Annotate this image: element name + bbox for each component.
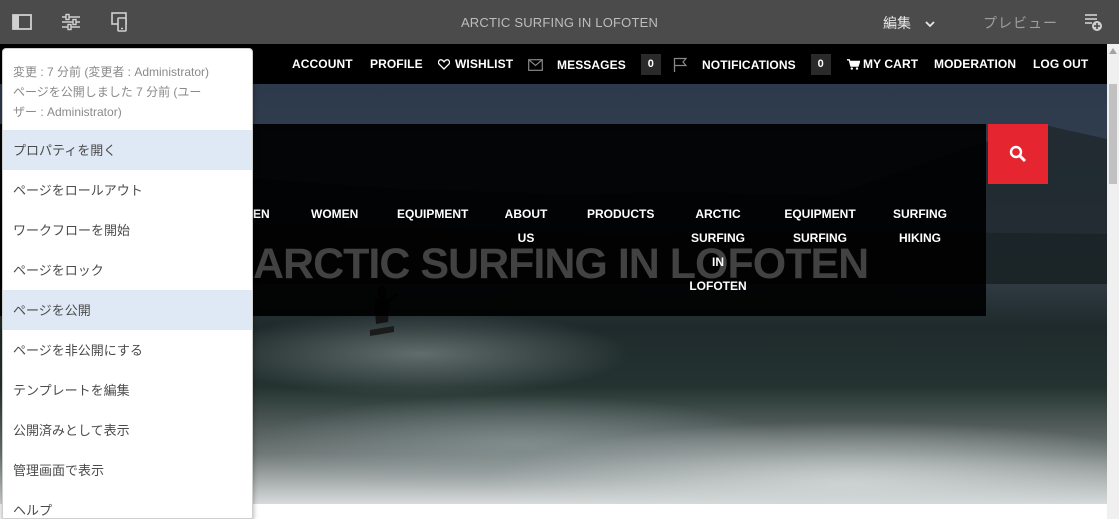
category-men-label: EN [253, 207, 270, 221]
category-arctic-line-3: IN [712, 255, 724, 269]
menu-start-workflow[interactable]: ワークフローを開始 [3, 210, 252, 250]
category-products-label: PRODUCTS [587, 207, 655, 221]
nav-log-out[interactable]: LOG OUT [1033, 57, 1088, 71]
category-equipment-label: EQUIPMENT [397, 207, 469, 221]
category-products[interactable]: PRODUCTS [587, 202, 654, 226]
cart-icon [847, 58, 860, 70]
category-arctic-line-4: LOFOTEN [689, 279, 747, 293]
mode-selector[interactable]: 編集 [883, 13, 935, 33]
menu-unpublish-page[interactable]: ページを非公開にする [3, 330, 252, 370]
scrollbar-thumb[interactable] [1109, 84, 1117, 184]
search-button[interactable] [988, 124, 1048, 184]
nav-account-label: ACCOUNT [292, 57, 353, 71]
notifications-count-badge: 0 [810, 54, 831, 75]
nav-wishlist[interactable]: WISHLIST [438, 57, 513, 71]
menu-lock-page[interactable]: ページをロック [3, 250, 252, 290]
category-equipment-surfing[interactable]: EQUIPMENT SURFING [782, 202, 858, 250]
category-women[interactable]: WOMEN [311, 202, 358, 226]
nav-moderation[interactable]: MODERATION [934, 57, 1016, 71]
category-eqs-line-1: EQUIPMENT [784, 207, 856, 221]
nav-moderation-label: MODERATION [934, 57, 1017, 71]
nav-wishlist-label: WISHLIST [455, 57, 514, 71]
category-equipment[interactable]: EQUIPMENT [397, 202, 468, 226]
mode-label: 編集 [883, 15, 911, 31]
nav-log-out-label: LOG OUT [1033, 57, 1089, 71]
category-about-us[interactable]: ABOUT US [500, 202, 552, 250]
nav-my-cart-label: MY CART [863, 57, 919, 71]
menu-edit-template[interactable]: テンプレートを編集 [3, 370, 252, 410]
envelope-icon [528, 58, 543, 71]
category-arctic-line-2: SURFING [691, 231, 745, 245]
menu-view-as-published[interactable]: 公開済みとして表示 [3, 410, 252, 450]
page-title: ARCTIC SURFING IN LOFOTEN [460, 15, 659, 30]
menu-help[interactable]: ヘルプ [3, 490, 252, 518]
published-status-line-2: ザー : Administrator) [13, 105, 122, 119]
page-information-menu: 変更 : 7 分前 (変更者 : Administrator) ページを公開しま… [2, 48, 253, 519]
page-scrollbar[interactable] [1107, 44, 1119, 519]
editor-toolbar: ARCTIC SURFING IN LOFOTEN 編集 プレビュー [0, 0, 1119, 44]
messages-count-badge: 0 [640, 54, 661, 75]
nav-messages[interactable]: MESSAGES 0 [528, 54, 661, 75]
heart-icon [438, 58, 450, 70]
category-men[interactable]: EN [253, 202, 270, 226]
category-sh-line-2: HIKING [899, 231, 941, 245]
nav-account[interactable]: ACCOUNT [292, 57, 353, 71]
nav-my-cart[interactable]: MY CART [847, 57, 918, 71]
category-arctic-line-1: ARCTIC [695, 207, 741, 221]
menu-publish-page[interactable]: ページを公開 [3, 290, 252, 330]
category-about-line-2: US [517, 231, 535, 245]
modified-status: 変更 : 7 分前 (変更者 : Administrator) [13, 65, 210, 79]
nav-profile-label: PROFILE [370, 57, 423, 71]
nav-notifications-label: NOTIFICATIONS [702, 57, 796, 72]
hero-title-text: ARCTIC SURFING IN LOFOTEN [253, 240, 869, 288]
category-about-line-1: ABOUT [504, 207, 548, 221]
flag-icon [673, 57, 688, 72]
category-arctic-surfing[interactable]: ARCTIC SURFING IN LOFOTEN [686, 202, 750, 298]
nav-messages-label: MESSAGES [557, 57, 626, 72]
scroll-up-arrow-icon[interactable] [1108, 46, 1118, 56]
category-surfing-hiking[interactable]: SURFING HIKING [890, 202, 950, 250]
annotate-icon[interactable] [1081, 10, 1105, 34]
menu-view-in-admin[interactable]: 管理画面で表示 [3, 450, 252, 490]
chevron-down-icon [925, 15, 935, 31]
category-eqs-line-2: SURFING [793, 231, 847, 245]
menu-rollout-page[interactable]: ページをロールアウト [3, 170, 252, 210]
page-status-info: 変更 : 7 分前 (変更者 : Administrator) ページを公開しま… [3, 49, 252, 130]
menu-open-properties[interactable]: プロパティを開く [3, 130, 252, 170]
preview-button[interactable]: プレビュー [983, 13, 1058, 33]
published-status-line-1: ページを公開しました 7 分前 (ユー [13, 85, 202, 99]
nav-notifications[interactable]: NOTIFICATIONS 0 [673, 54, 831, 75]
nav-profile[interactable]: PROFILE [370, 57, 423, 71]
search-icon [1009, 145, 1027, 163]
category-sh-line-1: SURFING [893, 207, 947, 221]
category-women-label: WOMEN [311, 207, 359, 221]
